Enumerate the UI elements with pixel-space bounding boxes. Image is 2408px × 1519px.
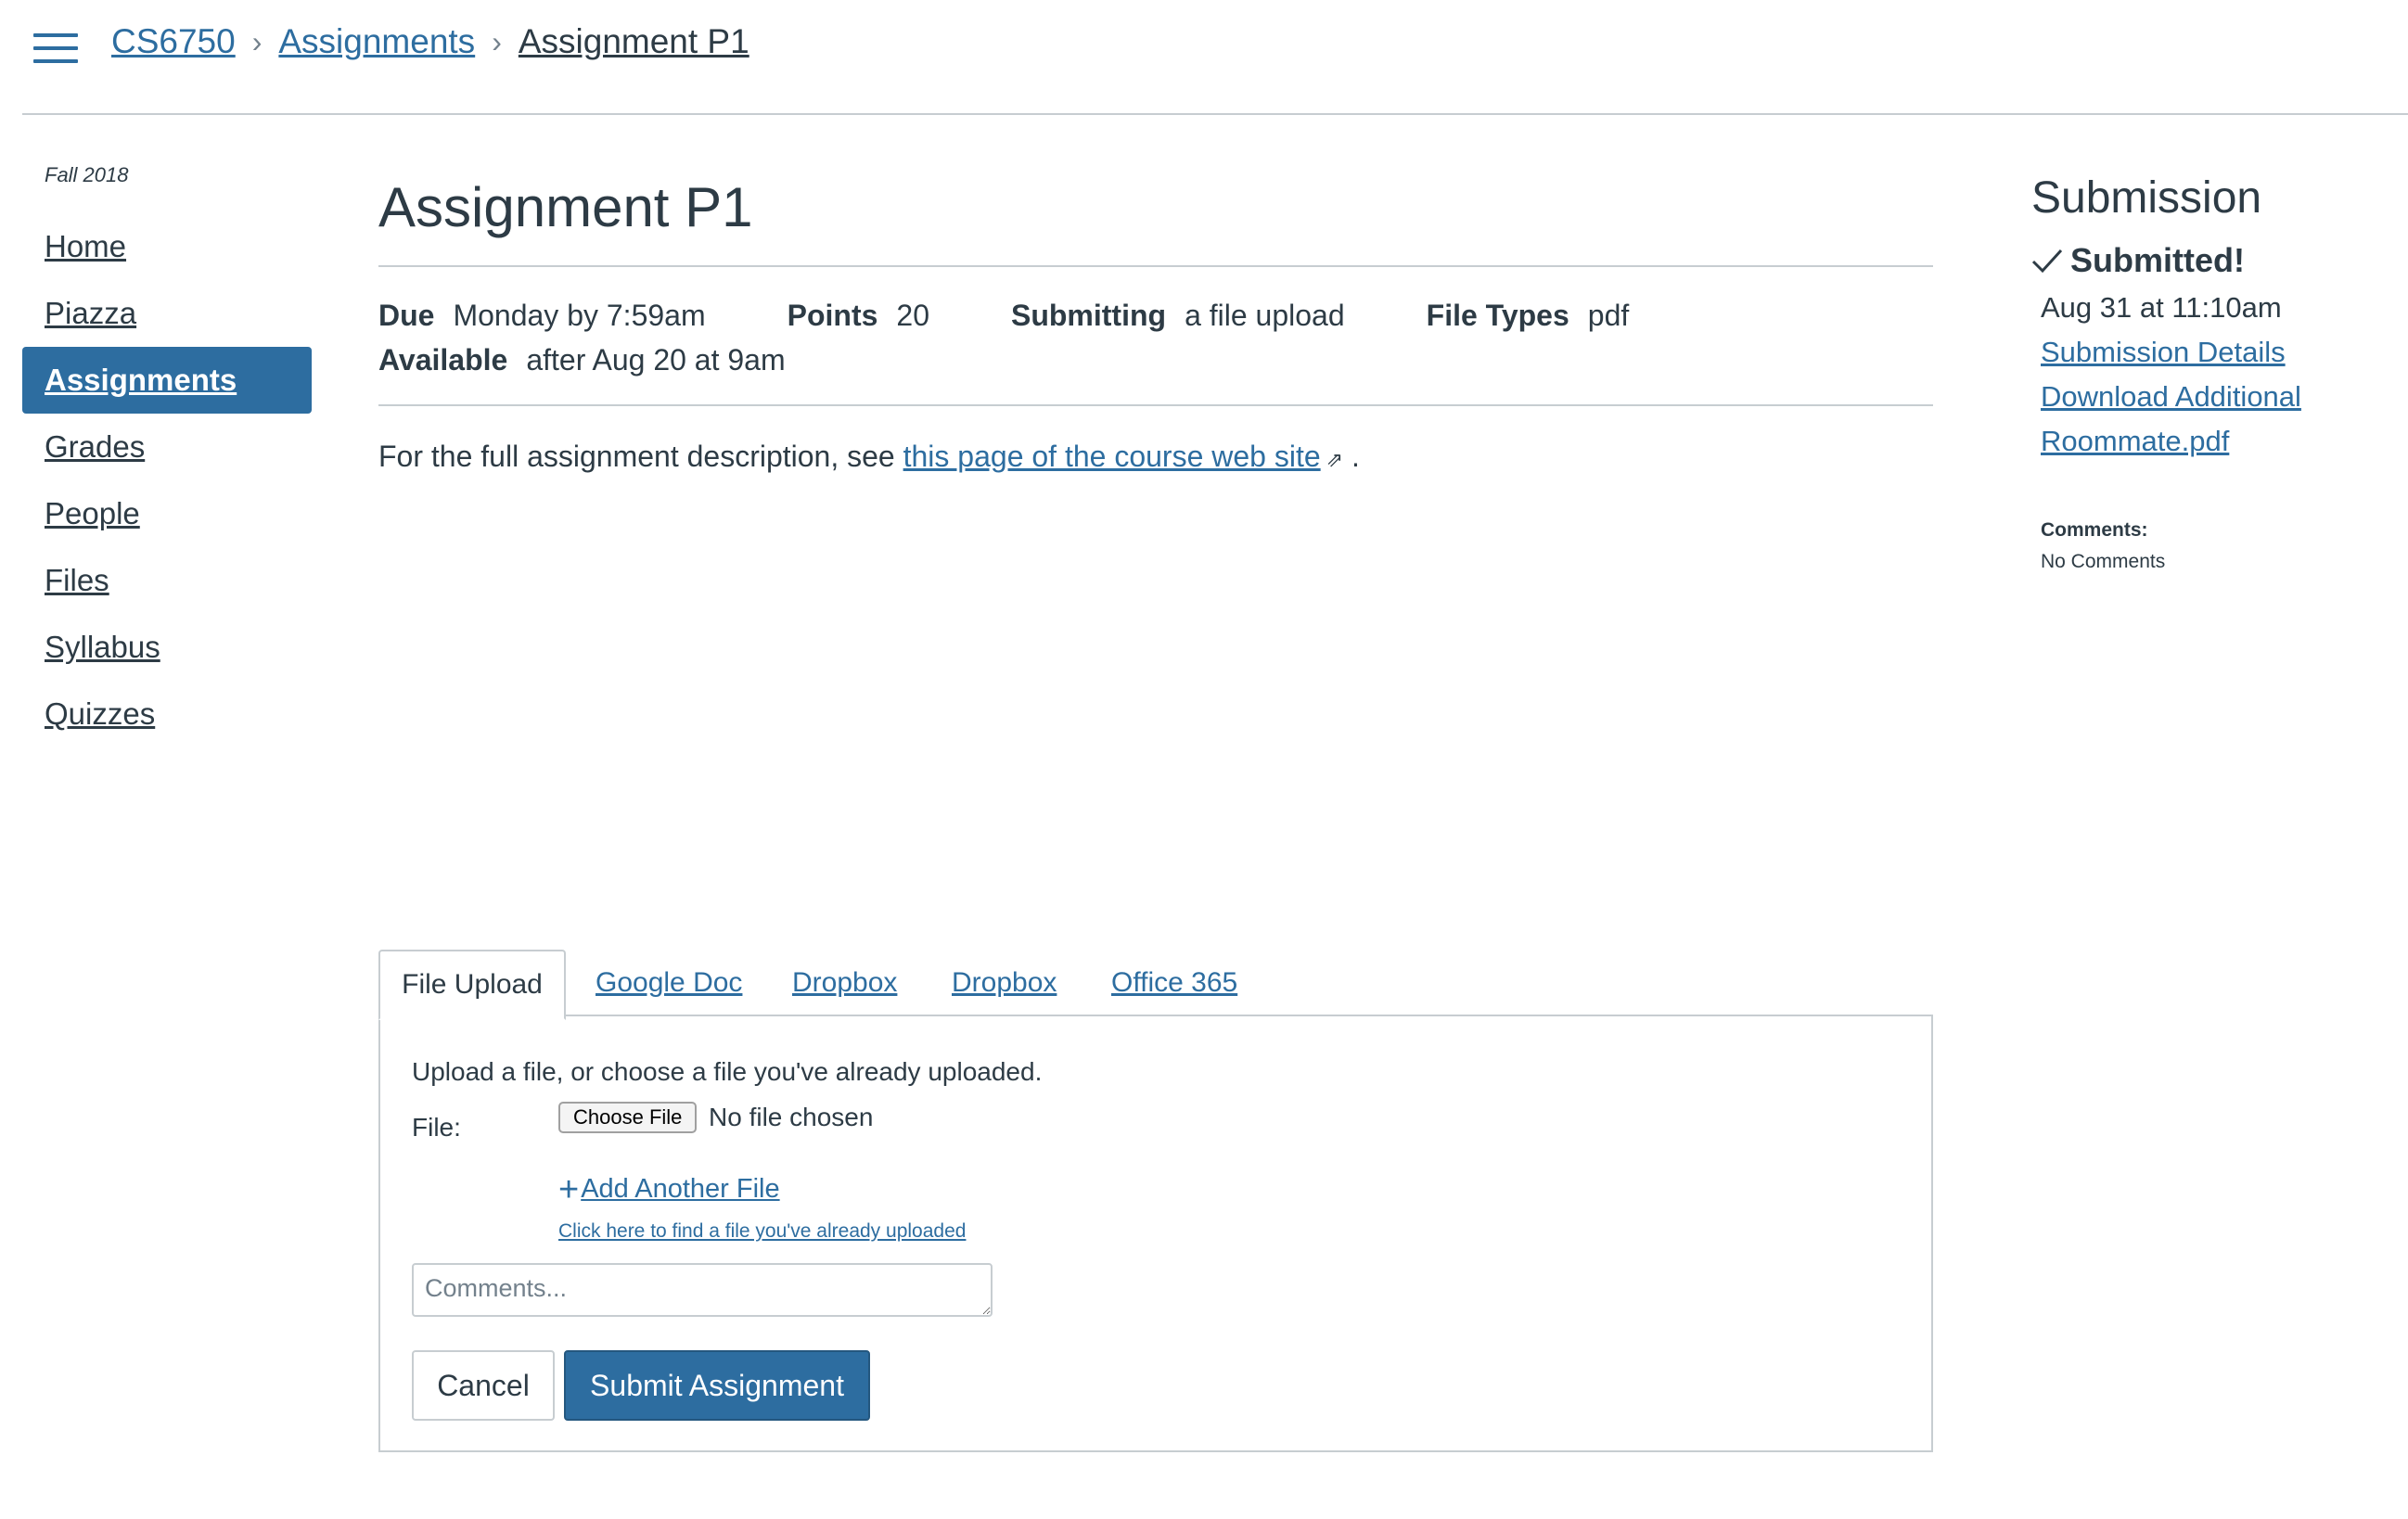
- chevron-right-icon: ›: [251, 24, 263, 58]
- file-types-value: pdf: [1587, 299, 1630, 332]
- main-content: Assignment P1 Due Monday by 7:59am Points…: [378, 148, 1933, 474]
- submission-date: Aug 31 at 11:10am: [2041, 291, 2282, 324]
- nav-item-people[interactable]: People: [22, 480, 312, 547]
- choose-file-button[interactable]: Choose File: [558, 1102, 698, 1133]
- file-upload-panel: Upload a file, or choose a file you've a…: [378, 1015, 1933, 1452]
- comments-heading: Comments:: [2041, 519, 2148, 541]
- assignment-details: Due Monday by 7:59am Points 20 Submitting a…: [378, 267, 1933, 406]
- available-label: Available: [378, 343, 508, 377]
- submission-details-link[interactable]: Submission Details: [2041, 330, 2384, 375]
- add-another-file-link[interactable]: +Add Another File: [558, 1170, 780, 1210]
- checkmark-icon: [2031, 249, 2063, 274]
- points-value: 20: [896, 299, 929, 332]
- file-types-item: File Types pdf: [1427, 293, 1630, 338]
- due-label: Due: [378, 299, 435, 332]
- course-navigation: Home Piazza Assignments Grades People Fi…: [22, 213, 312, 747]
- nav-item-home[interactable]: Home: [22, 213, 312, 280]
- nav-item-syllabus[interactable]: Syllabus: [22, 614, 312, 681]
- upload-instructions: Upload a file, or choose a file you've a…: [412, 1057, 1043, 1086]
- submitting-value: a file upload: [1185, 299, 1345, 332]
- submitting-item: Submitting a file upload: [1011, 293, 1345, 338]
- due-value: Monday by 7:59am: [453, 299, 706, 332]
- external-link-icon: ⇗: [1326, 448, 1344, 471]
- submission-sidebar: Submission Submitted! Aug 31 at 11:10am …: [2031, 172, 2384, 573]
- add-another-file-label: Add Another File: [581, 1174, 780, 1204]
- breadcrumb-assignments-link[interactable]: Assignments: [278, 22, 475, 61]
- breadcrumb: CS6750 › Assignments › Assignment P1: [111, 22, 749, 61]
- breadcrumb-course-link[interactable]: CS6750: [111, 22, 236, 61]
- points-label: Points: [787, 299, 878, 332]
- available-item: Available after Aug 20 at 9am: [378, 338, 786, 382]
- file-types-label: File Types: [1426, 299, 1569, 332]
- find-uploaded-file-link[interactable]: Click here to find a file you've already…: [558, 1220, 966, 1243]
- global-header: CS6750 › Assignments › Assignment P1: [22, 0, 2408, 115]
- nav-item-piazza[interactable]: Piazza: [22, 280, 312, 347]
- tab-dropbox[interactable]: Dropbox: [792, 950, 897, 1016]
- comments-value: No Comments: [2041, 551, 2166, 572]
- tab-file-upload[interactable]: File Upload: [378, 950, 566, 1020]
- available-value: after Aug 20 at 9am: [526, 343, 786, 377]
- chevron-right-icon: ›: [492, 24, 502, 58]
- nav-item-quizzes[interactable]: Quizzes: [22, 681, 312, 747]
- submission-status: Submitted!: [2031, 236, 2384, 286]
- nav-item-assignments[interactable]: Assignments: [22, 347, 312, 414]
- download-file-link-line2: Roommate.pdf: [2041, 425, 2230, 457]
- submitted-text: Submitted!: [2070, 241, 2245, 279]
- tab-office-365[interactable]: Office 365: [1111, 950, 1237, 1016]
- comments-textarea[interactable]: [412, 1263, 993, 1317]
- description-suffix: .: [1351, 440, 1360, 473]
- due-item: Due Monday by 7:59am: [378, 293, 706, 338]
- breadcrumb-current-page[interactable]: Assignment P1: [519, 22, 749, 61]
- hamburger-menu-icon[interactable]: [33, 33, 80, 65]
- cancel-button[interactable]: Cancel: [412, 1350, 555, 1421]
- course-term: Fall 2018: [45, 163, 129, 186]
- download-file-link-line1: Download Additional: [2041, 380, 2301, 413]
- description-text: For the full assignment description, see: [378, 440, 903, 473]
- page-title: Assignment P1: [378, 161, 1933, 267]
- assignment-description: For the full assignment description, see…: [378, 440, 1933, 474]
- tab-dropbox-2[interactable]: Dropbox: [952, 950, 1057, 1016]
- submitting-label: Submitting: [1010, 299, 1167, 332]
- download-file-link[interactable]: Download Additional Roommate.pdf: [2041, 375, 2384, 464]
- points-item: Points 20: [788, 293, 929, 338]
- submission-tabs: File Upload Google Doc Dropbox Dropbox O…: [378, 950, 1933, 1020]
- submit-assignment-button[interactable]: Submit Assignment: [564, 1350, 870, 1421]
- no-file-chosen-text: No file chosen: [709, 1103, 874, 1131]
- plus-icon: +: [558, 1170, 580, 1210]
- submission-heading: Submission: [2031, 173, 2262, 223]
- nav-item-files[interactable]: Files: [22, 547, 312, 614]
- file-label: File:: [412, 1113, 461, 1142]
- course-web-site-link[interactable]: this page of the course web site: [903, 440, 1321, 473]
- tab-google-doc[interactable]: Google Doc: [596, 950, 742, 1016]
- nav-item-grades[interactable]: Grades: [22, 414, 312, 480]
